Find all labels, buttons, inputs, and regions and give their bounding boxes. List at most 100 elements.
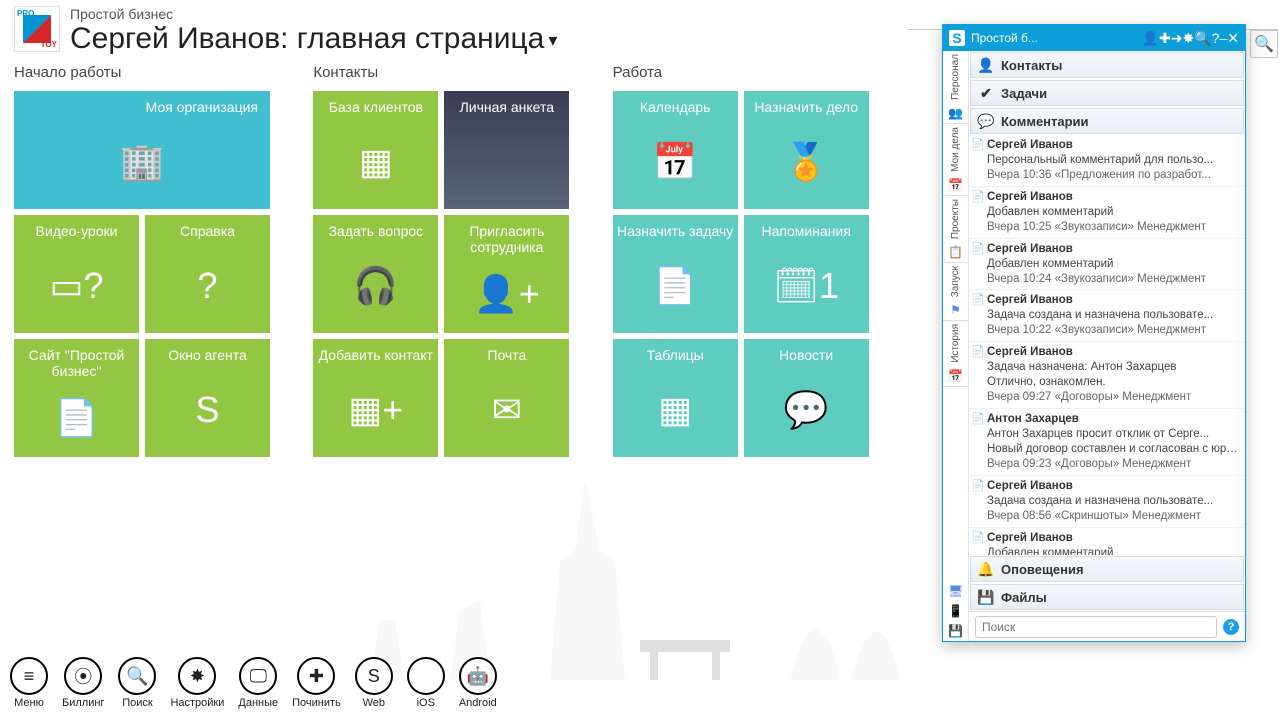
tool-label: Биллинг: [62, 697, 104, 709]
header: PROTOY Простой бизнес Сергей Иванов: гла…: [0, 0, 908, 60]
feed-item[interactable]: Сергей ИвановЗадача создана и назначена …: [969, 476, 1245, 528]
tool-label: iOS: [417, 697, 435, 709]
panel-title-icon-7[interactable]: ✕: [1227, 30, 1239, 46]
tile-icon: ?: [197, 239, 217, 333]
tile-label: Новости: [748, 347, 865, 363]
tool-search[interactable]: 🔍Поиск: [118, 657, 156, 709]
tile-label: Справка: [149, 223, 266, 239]
tool-data[interactable]: 🖵Данные: [238, 657, 278, 709]
tile-clients[interactable]: База клиентов▦: [313, 91, 438, 209]
tool-label: Настройки: [170, 697, 224, 709]
tile-label: Личная анкета: [448, 99, 565, 115]
feed-item[interactable]: Сергей ИвановПерсональный комментарий дл…: [969, 135, 1245, 187]
section-alerts[interactable]: 🔔Оповещения: [970, 556, 1244, 582]
tile-invite[interactable]: Пригласить сотрудника👤+: [444, 215, 569, 333]
rail-tab[interactable]: Проекты📋: [948, 196, 963, 262]
rail-tab[interactable]: Мои дела📅: [948, 124, 963, 195]
bottom-toolbar: ≡Меню ⦿Биллинг 🔍Поиск ✸ Настройки 🖵Данные ✚Поч…: [0, 646, 908, 720]
panel-rail: Персонал👥Мои дела📅Проекты📋Запуск⚑История…: [943, 51, 969, 641]
tool-repair[interactable]: ✚Починить: [292, 657, 341, 709]
feed-item[interactable]: Сергей ИвановЗадача назначена: Антон Зах…: [969, 342, 1245, 409]
feed-item[interactable]: Сергей ИвановДобавлен комментарийВчера 1…: [969, 239, 1245, 291]
panel-title-text: Простой б...: [971, 31, 1038, 45]
tool-menu[interactable]: ≡Меню: [10, 657, 48, 709]
bell-icon: 🔔: [975, 559, 997, 579]
tile-reminders[interactable]: Напоминания🗓1: [744, 215, 869, 333]
rail-tab[interactable]: Запуск⚑: [950, 263, 961, 320]
tile-icon: 🗓1: [773, 239, 839, 333]
panel-title-icon-0[interactable]: 👤: [1142, 30, 1159, 46]
panel-title-icon-2[interactable]: ➜: [1171, 30, 1183, 46]
help-icon[interactable]: ?: [1223, 619, 1239, 635]
tile-label: Почта: [448, 347, 565, 363]
tile-news[interactable]: Новости💬: [744, 339, 869, 457]
tile-calendar[interactable]: Календарь📅: [613, 91, 738, 209]
rail-bottom-icon-2[interactable]: 💾: [948, 621, 963, 641]
tile-site[interactable]: Сайт "Простой бизнес"📄: [14, 339, 139, 457]
section-comments[interactable]: 💬Комментарии: [970, 108, 1244, 134]
tool-web[interactable]: SWeb: [355, 657, 393, 709]
task-icon: ✔: [975, 83, 997, 103]
panel-title-icon-1[interactable]: ✚: [1159, 30, 1171, 46]
section-tasks[interactable]: ✔Задачи: [970, 80, 1244, 106]
tool-icon: ✚: [297, 657, 335, 695]
tool-android[interactable]: 🤖Android: [459, 657, 497, 709]
tile-tables[interactable]: Таблицы▦: [613, 339, 738, 457]
panel-title-bar[interactable]: S Простой б... 👤✚➜✸🔍?–✕: [943, 25, 1245, 51]
column-title: Работа: [613, 64, 894, 81]
app-logo: PROTOY: [14, 6, 60, 52]
panel-title-icon-4[interactable]: 🔍: [1194, 30, 1211, 46]
tile-help[interactable]: Справка?: [145, 215, 270, 333]
rail-bottom-icon-1[interactable]: 📱: [948, 601, 963, 621]
tool-icon: 🖵: [239, 657, 277, 695]
column-title: Начало работы: [14, 64, 295, 81]
feed-item[interactable]: Сергей ИвановЗадача создана и назначена …: [969, 290, 1245, 342]
tile-icon: 🏅: [784, 115, 829, 209]
rail-tab[interactable]: История📅: [948, 321, 963, 386]
tile-icon: 🏢: [120, 115, 165, 209]
tile-add-contact[interactable]: Добавить контакт▦+: [313, 339, 438, 457]
feed-item[interactable]: Антон ЗахарцевАнтон Захарцев просит откл…: [969, 409, 1245, 476]
tool-label: Web: [363, 697, 385, 709]
comment-icon: 💬: [975, 111, 997, 131]
side-panel: S Простой б... 👤✚➜✸🔍?–✕ Персонал👥Мои дел…: [942, 24, 1246, 642]
section-contacts[interactable]: 👤Контакты: [970, 52, 1244, 78]
tile-label: Пригласить сотрудника: [448, 223, 565, 255]
tile-label: Добавить контакт: [317, 347, 434, 363]
panel-logo-icon: S: [949, 30, 965, 46]
tool-ios[interactable]: iOS: [407, 657, 445, 709]
tile-icon: 📄: [54, 379, 99, 457]
rail-tab[interactable]: Персонал👥: [948, 51, 963, 123]
search-button[interactable]: 🔍: [1250, 30, 1278, 58]
tile-my-org[interactable]: Моя организация🏢: [14, 91, 270, 209]
tile-icon: ▦: [359, 115, 393, 209]
tile-icon: S: [195, 363, 219, 457]
tile-assign-deal[interactable]: Назначить дело🏅: [744, 91, 869, 209]
tile-ask[interactable]: Задать вопрос🎧: [313, 215, 438, 333]
tile-profile[interactable]: Личная анкета: [444, 91, 569, 209]
page-title[interactable]: Сергей Иванов: главная страница▾: [70, 22, 557, 56]
tile-icon: 👤+: [474, 255, 540, 333]
tile-label: Назначить задачу: [617, 223, 734, 239]
tile-icon: 🎧: [353, 239, 398, 333]
tile-assign-task[interactable]: Назначить задачу📄: [613, 215, 738, 333]
tool-icon: ✸: [178, 657, 216, 695]
feed-item[interactable]: Сергей ИвановДобавлен комментарий: [969, 528, 1245, 555]
rail-bottom-icon-0[interactable]: 🖥: [948, 581, 963, 601]
tool-billing[interactable]: ⦿Биллинг: [62, 657, 104, 709]
chevron-down-icon: ▾: [544, 30, 557, 50]
feed-item[interactable]: Сергей ИвановДобавлен комментарийВчера 1…: [969, 187, 1245, 239]
tile-mail[interactable]: Почта✉: [444, 339, 569, 457]
comments-feed[interactable]: Сергей ИвановПерсональный комментарий дл…: [969, 135, 1245, 555]
tool-settings[interactable]: ✸ Настройки: [170, 657, 224, 709]
tool-icon: [407, 657, 445, 695]
panel-search-input[interactable]: [975, 616, 1217, 638]
tool-label: Поиск: [122, 697, 152, 709]
panel-title-icon-3[interactable]: ✸: [1183, 30, 1195, 46]
tile-label: Задать вопрос: [317, 223, 434, 239]
section-files[interactable]: 💾Файлы: [970, 584, 1244, 610]
tile-video-lessons[interactable]: Видео-уроки▭?: [14, 215, 139, 333]
tile-agent[interactable]: Окно агентаS: [145, 339, 270, 457]
tile-label: Напоминания: [748, 223, 865, 239]
tile-icon: ▦: [658, 363, 692, 457]
